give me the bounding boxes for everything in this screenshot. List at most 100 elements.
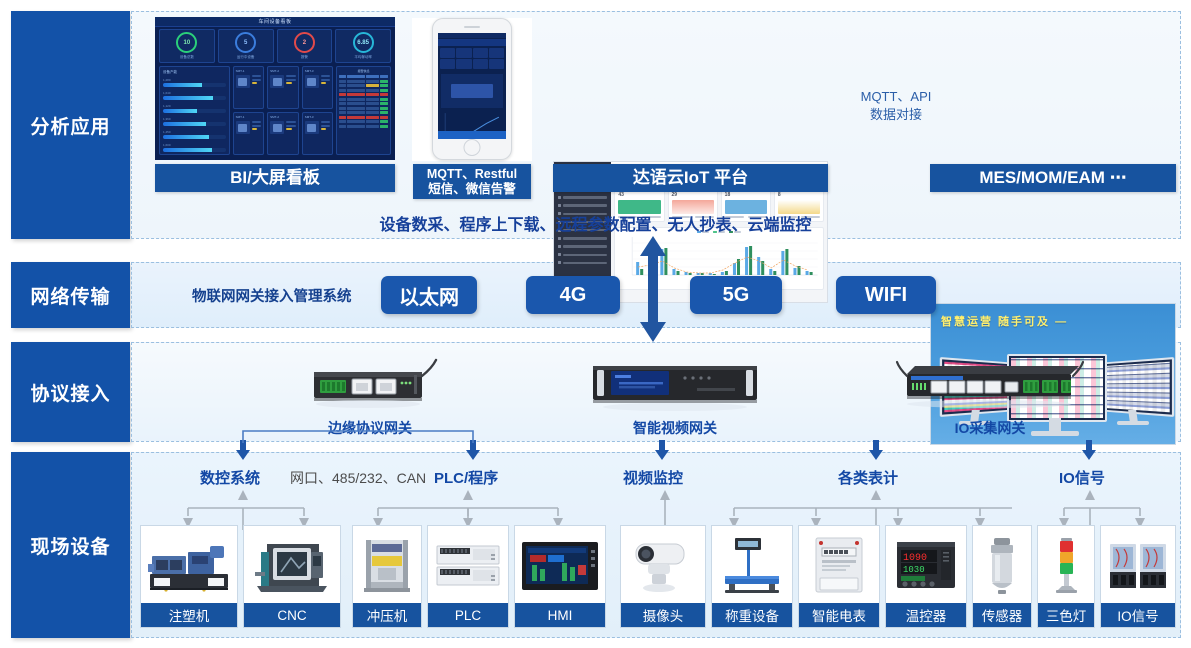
device-image-thermostat: 1090 1030 xyxy=(886,526,966,603)
field-label-ports-text: 网口、485/232、CAN xyxy=(290,470,427,486)
iot-gateway-management-label: 物联网网关接入管理系统 xyxy=(192,285,352,306)
device-label-scale: 称重设备 xyxy=(712,603,792,627)
bi-machine-card: SMT-2 xyxy=(267,112,299,155)
svg-text:1030: 1030 xyxy=(903,565,925,575)
gateway-edge-protocol: 边缘协议网关 xyxy=(290,352,450,438)
mobile-alert-caption-line1: MQTT、Restful xyxy=(426,167,518,182)
phone-kpi-tiles xyxy=(438,46,506,71)
field-label-plc-text: PLC/程序 xyxy=(434,470,499,487)
device-card-press[interactable]: 冲压机 xyxy=(352,525,422,628)
band-label-network-text: 网络传输 xyxy=(30,286,111,308)
bi-kpi: 6.85 平均稼动率 xyxy=(335,29,391,63)
bi-machine-card: SMT-3 xyxy=(301,112,334,155)
cloud-menu-item[interactable] xyxy=(554,193,611,201)
field-label-video: 视频监控 xyxy=(623,467,683,488)
field-label-iosignal: IO信号 xyxy=(1059,467,1105,488)
phone-home-button[interactable] xyxy=(463,139,481,156)
cloud-kpi-value: 8 xyxy=(777,191,781,198)
bi-capacity-bar-label: 1,280 xyxy=(163,78,171,82)
bi-capacity-bar: 1,640 xyxy=(163,91,226,100)
cloud-menu-item[interactable] xyxy=(554,243,611,251)
monitor-right xyxy=(1103,356,1175,418)
network-pill-4g[interactable]: 4G xyxy=(526,276,620,314)
device-card-plc[interactable]: PLC xyxy=(427,525,509,628)
network-pill-5g-label: 5G xyxy=(722,283,750,306)
bi-dashboard-body: 10 设备总数 5 运行中设备 2 报警 6.85 平均稼动率 设备产能 1,2… xyxy=(159,29,391,156)
device-card-iosignal[interactable]: IO信号 xyxy=(1100,525,1176,628)
band-label-field: 现场设备 xyxy=(11,452,130,638)
device-card-cnc[interactable]: CNC xyxy=(243,525,341,628)
band-label-network: 网络传输 xyxy=(11,262,130,328)
network-pill-wifi-label: WIFI xyxy=(864,283,908,306)
bi-kpi-label: 报警 xyxy=(300,55,308,59)
field-label-cnc: 数控系统 xyxy=(200,467,260,488)
bi-capacity-bar-track xyxy=(163,135,226,139)
device-image-iosignal xyxy=(1101,526,1175,603)
bi-capacity-bar-label: 1,600 xyxy=(163,143,171,147)
bi-kpi-ring: 6.85 xyxy=(352,32,374,53)
device-card-sensor[interactable]: 传感器 xyxy=(972,525,1032,628)
bi-machine-card: SMT-2 xyxy=(267,66,299,109)
device-label-sensor: 传感器 xyxy=(973,603,1031,627)
device-card-meter[interactable]: 智能电表 xyxy=(798,525,880,628)
machine-icon xyxy=(304,75,319,88)
device-card-thermostat[interactable]: 1090 1030 温控器 xyxy=(885,525,967,628)
bi-capacity-bar: 1,360 xyxy=(163,117,226,126)
bi-capacity-bar: 1,450 xyxy=(163,130,226,139)
device-image-sensor xyxy=(973,526,1031,603)
gateway-edge-protocol-image xyxy=(290,352,450,414)
capability-text: 设备数采、程序上下载、远程参数配置、无人抄表、云端监控 xyxy=(0,211,1191,235)
device-image-injection xyxy=(141,526,237,603)
cloud-menu-item[interactable] xyxy=(554,234,611,242)
network-pill-ethernet[interactable]: 以太网 xyxy=(381,276,477,314)
bi-capacity-bar-label: 1,450 xyxy=(163,130,171,134)
band-label-protocol: 协议接入 xyxy=(11,342,130,442)
cloud-platform-caption: 达语云IoT 平台 xyxy=(553,164,828,192)
cloud-menu-item[interactable] xyxy=(554,251,611,259)
band-label-field-text: 现场设备 xyxy=(30,536,111,558)
bi-capacity-bar-track xyxy=(163,96,226,100)
device-card-stacklight[interactable]: 三色灯 xyxy=(1037,525,1095,628)
phone-bottom-bar xyxy=(438,131,506,139)
field-label-cnc-text: 数控系统 xyxy=(200,470,261,487)
bi-capacity-bar-label: 1,640 xyxy=(163,91,171,95)
svg-text:1090: 1090 xyxy=(903,553,927,564)
machine-icon xyxy=(235,121,250,134)
mes-caption-text: MES/MOM/EAM ⋯ xyxy=(979,168,1127,188)
field-label-iosignal-text: IO信号 xyxy=(1059,470,1105,487)
bi-dashboard-header: 车间设备看板 xyxy=(155,17,395,27)
mobile-alert-caption-line2: 短信、微信告警 xyxy=(428,181,516,196)
cloud-menu-item[interactable] xyxy=(554,259,611,267)
gateway-video-label: 智能视频网关 xyxy=(633,420,717,436)
network-pill-ethernet-label: 以太网 xyxy=(399,286,459,309)
band-label-protocol-text: 协议接入 xyxy=(30,383,111,405)
bi-dashboard-caption-text: BI/大屏看板 xyxy=(230,168,320,188)
network-pill-wifi[interactable]: WIFI xyxy=(836,276,936,314)
cloud-platform-caption-text: 达语云IoT 平台 xyxy=(632,168,749,188)
cloud-menu-item[interactable] xyxy=(554,202,611,210)
device-label-cnc: CNC xyxy=(244,603,340,627)
mes-caption: MES/MOM/EAM ⋯ xyxy=(930,164,1176,192)
device-image-camera xyxy=(621,526,705,603)
network-pill-5g[interactable]: 5G xyxy=(690,276,782,314)
phone-frame xyxy=(432,18,512,160)
mqtt-api-note: MQTT、API 数据对接 xyxy=(840,88,952,123)
device-image-press xyxy=(353,526,421,603)
bi-machine-name: SMT-2 xyxy=(270,115,280,119)
device-label-stacklight: 三色灯 xyxy=(1038,603,1094,627)
device-label-injection: 注塑机 xyxy=(141,603,237,627)
bi-capacity-bar: 1,280 xyxy=(163,78,226,87)
device-card-injection[interactable]: 注塑机 xyxy=(140,525,238,628)
device-card-hmi[interactable]: HMI xyxy=(514,525,606,628)
bi-dashboard-screenshot: 车间设备看板 10 设备总数 5 运行中设备 2 报警 6.85 平均稼动率 设… xyxy=(155,17,395,160)
device-card-scale[interactable]: 称重设备 xyxy=(711,525,793,628)
bi-capacity-bar-track xyxy=(163,83,226,87)
bi-kpi-label: 平均稼动率 xyxy=(354,55,372,59)
cloud-kpi-value: 43 xyxy=(618,191,624,198)
bi-capacity-bar: 1,600 xyxy=(163,143,226,152)
gateway-io-collect-label: IO采集网关 xyxy=(954,420,1026,436)
mobile-alert-caption: MQTT、Restful 短信、微信告警 xyxy=(413,164,531,199)
network-pill-4g-label: 4G xyxy=(559,283,587,306)
device-card-camera[interactable]: 摄像头 xyxy=(620,525,706,628)
field-label-ports: 网口、485/232、CAN xyxy=(290,468,426,488)
